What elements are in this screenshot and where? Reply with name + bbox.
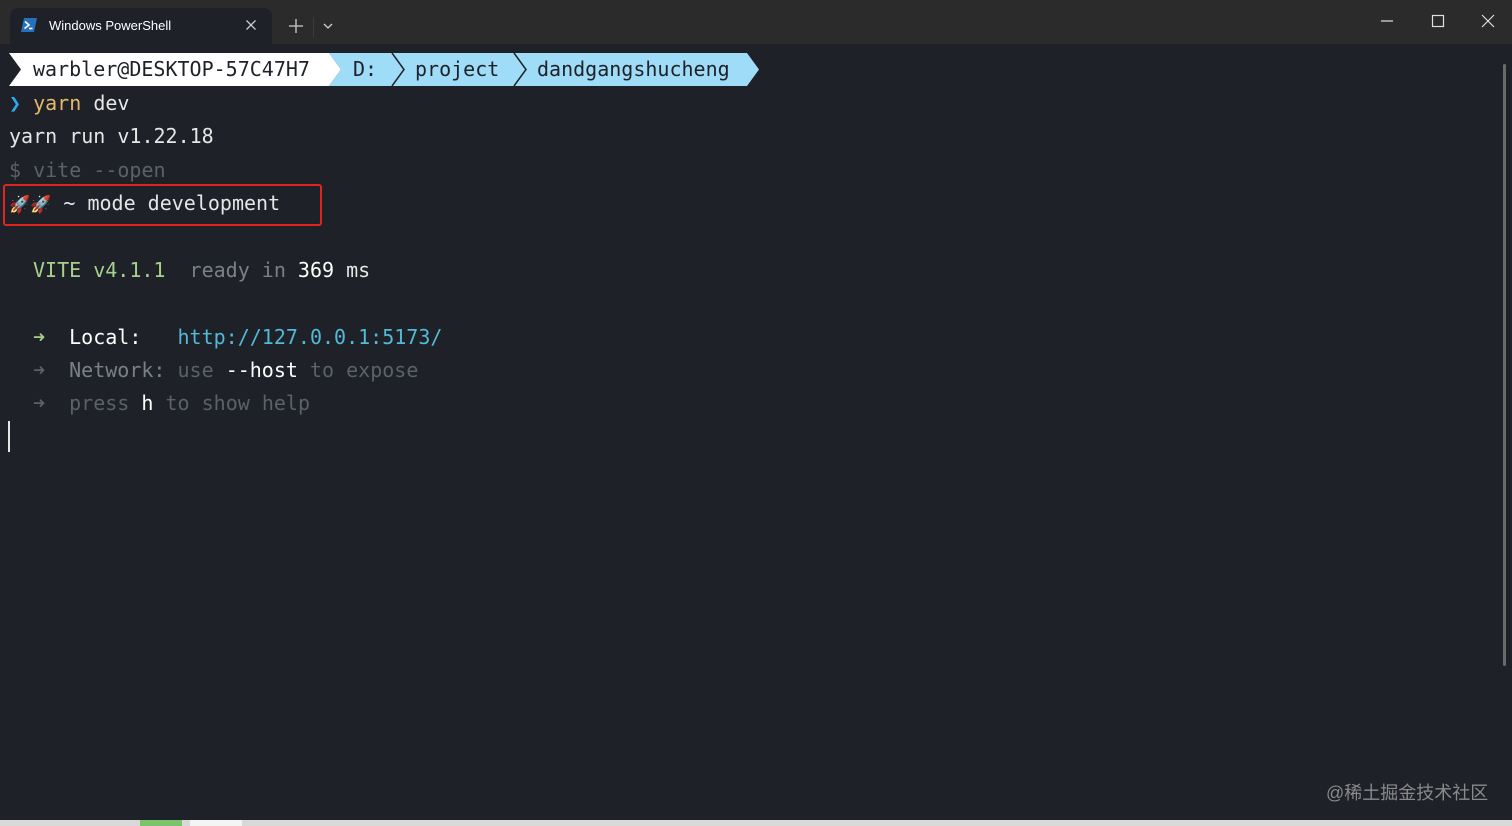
command-line: ❯ yarn dev [9,91,129,115]
prompt-chevron-icon: ❯ [9,91,22,115]
taskbar-item [140,820,182,826]
vite-version: VITE v4.1.1 [33,258,166,282]
tab-separator [313,17,314,37]
scrollbar[interactable] [1503,64,1506,666]
ready-unit: ms [346,258,371,282]
ready-label: ready in [189,258,286,282]
vite-command-line: $ vite --open [9,158,166,182]
title-bar: Windows PowerShell [0,0,1512,44]
command-arg: dev [93,91,130,115]
help-press: press [69,391,130,415]
powershell-icon [21,18,37,32]
close-tab-icon[interactable] [243,17,259,33]
prompt-drive: D: [353,57,378,81]
arrow-right-icon: ➜ [33,391,46,415]
tab-windows-powershell[interactable]: Windows PowerShell [10,8,272,44]
close-window-icon[interactable] [1479,12,1497,30]
network-label: Network: [69,358,166,382]
prompt-dir-project: project [415,57,500,81]
prompt-bar: warbler@DESKTOP-57C47H7 D: project dandg… [9,53,759,86]
command-name: yarn [33,91,82,115]
yarn-version-line: yarn run v1.22.18 [9,124,214,148]
arrow-right-icon: ➜ [33,358,46,382]
chevron-down-icon[interactable] [320,18,336,34]
help-text: to show help [165,391,311,415]
prompt-user: warbler@DESKTOP-57C47H7 [33,57,310,81]
tab-title: Windows PowerShell [49,18,172,33]
highlight-box [3,184,322,226]
arrow-right-icon: ➜ [33,325,46,349]
local-label: Local: [69,325,142,349]
network-use: use [177,358,214,382]
prompt-dir-current: dandgangshucheng [537,57,730,81]
network-line: ➜ Network: use --host to expose [33,358,418,382]
local-url-link[interactable]: http://127.0.0.1:5173/ [178,325,443,349]
taskbar-item [190,820,242,826]
local-url-line: ➜ Local: http://127.0.0.1:5173/ [33,325,442,349]
new-tab-icon[interactable] [286,16,306,36]
help-line: ➜ press h to show help [33,391,310,415]
maximize-icon[interactable] [1429,12,1447,30]
watermark: @稀土掘金技术社区 [1326,783,1489,803]
vite-ready-line: VITE v4.1.1 ready in 369 ms [33,258,370,282]
help-key: h [141,391,154,415]
network-host-flag: --host [225,358,298,382]
minimize-icon[interactable] [1378,12,1396,30]
network-expose: to expose [309,358,419,382]
text-cursor [8,421,10,452]
ready-time: 369 [297,258,335,282]
